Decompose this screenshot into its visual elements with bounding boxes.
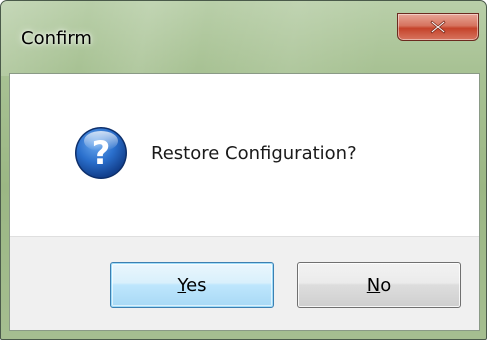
dialog-message: Restore Configuration?	[151, 143, 357, 164]
no-mnemonic: N	[366, 274, 381, 296]
window-title: Confirm	[21, 28, 92, 49]
yes-button[interactable]: Yes	[110, 262, 274, 308]
dialog-client-area: ? Restore Configuration? Yes No	[9, 73, 480, 331]
no-label-rest: o	[380, 274, 392, 296]
yes-label-rest: es	[186, 274, 207, 296]
confirm-dialog-window: Confirm ? Restore Configuration? Yes No	[0, 0, 487, 340]
no-button[interactable]: No	[297, 262, 461, 308]
yes-button-label: Yes	[177, 275, 206, 296]
title-bar[interactable]: Confirm	[1, 1, 486, 73]
message-area: ? Restore Configuration?	[10, 74, 479, 236]
question-icon: ?	[73, 125, 129, 181]
yes-mnemonic: Y	[177, 274, 187, 296]
svg-text:?: ?	[92, 134, 111, 172]
close-button[interactable]	[397, 13, 479, 41]
close-icon	[430, 20, 446, 34]
button-bar: Yes No	[10, 236, 479, 330]
no-button-label: No	[367, 275, 391, 296]
